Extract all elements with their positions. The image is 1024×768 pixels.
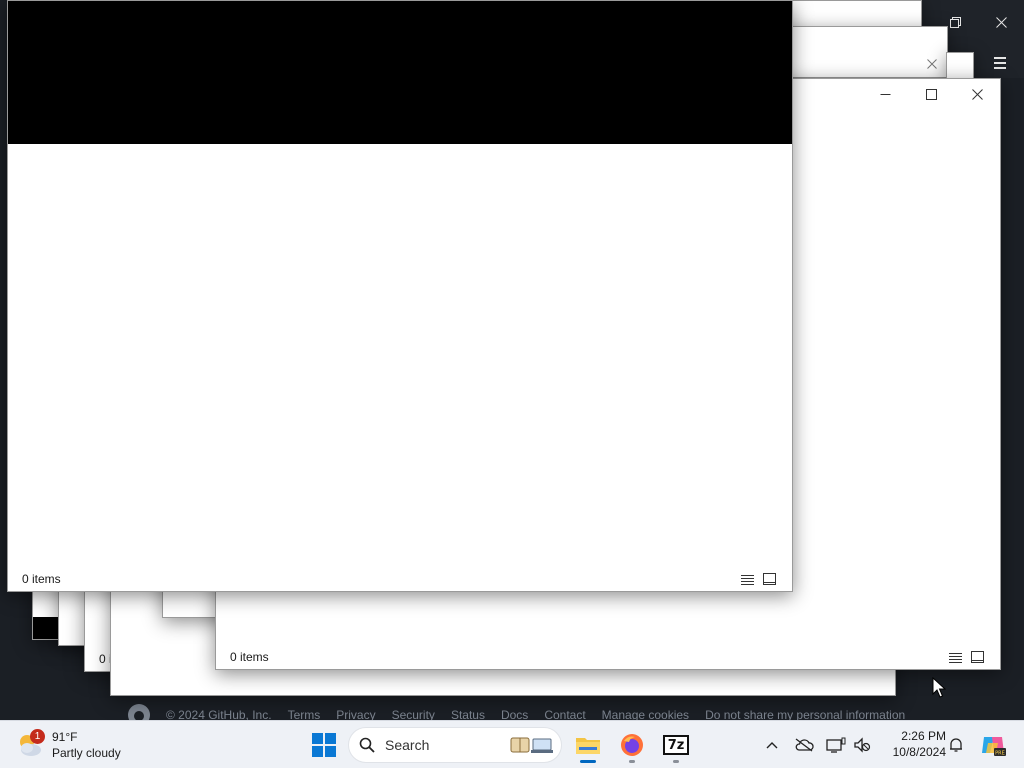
footer-link-docs[interactable]: Docs — [501, 708, 528, 720]
network-display-icon — [826, 737, 846, 753]
details-view-icon — [948, 652, 962, 663]
notifications-button[interactable] — [942, 725, 970, 765]
footer-copyright: © 2024 GitHub, Inc. — [166, 708, 272, 720]
onedrive-tray-button[interactable] — [790, 725, 818, 765]
taskbar: 1 91°F Partly cloudy Search 7z 2:26 PM 1… — [0, 720, 1024, 768]
close-button[interactable] — [954, 79, 1000, 109]
taskbar-firefox[interactable] — [612, 725, 652, 765]
show-hidden-icons-button[interactable] — [758, 725, 786, 765]
large-icons-view-icon — [970, 651, 984, 663]
copilot-button[interactable]: PRE — [978, 725, 1008, 765]
speaker-muted-icon — [854, 737, 871, 753]
folder-icon — [576, 738, 600, 754]
7zip-label: 7z — [667, 737, 685, 753]
desktop: © 2024 GitHub, Inc. Terms Privacy Securi… — [0, 0, 1024, 720]
taskbar-file-explorer[interactable] — [568, 725, 608, 765]
footer-link-contact[interactable]: Contact — [544, 708, 585, 720]
windows-logo-icon — [312, 733, 336, 757]
running-indicator — [629, 760, 635, 763]
partly-cloudy-icon: 1 — [16, 729, 45, 759]
github-logo-icon[interactable] — [128, 704, 150, 720]
browser-close-button[interactable] — [981, 4, 1021, 40]
taskbar-7zip[interactable]: 7z — [656, 725, 696, 765]
7zip-icon: 7z — [663, 735, 689, 755]
restore-icon — [949, 16, 961, 28]
hamburger-icon — [994, 57, 1006, 59]
taskbar-clock[interactable]: 2:26 PM 10/8/2024 — [880, 728, 946, 760]
network-tray-button[interactable] — [822, 725, 850, 765]
details-view-icon — [740, 574, 754, 585]
running-indicator — [673, 760, 679, 763]
close-icon — [971, 88, 983, 100]
stacked-window-1[interactable] — [768, 26, 948, 78]
close-button[interactable] — [919, 51, 945, 77]
search-icon — [359, 737, 375, 753]
status-item-count: 0 items — [230, 650, 269, 664]
footer-link-security[interactable]: Security — [392, 708, 435, 720]
footer-link-terms[interactable]: Terms — [288, 708, 321, 720]
minimize-button[interactable] — [862, 79, 908, 109]
mouse-cursor-icon — [932, 677, 946, 698]
github-footer: © 2024 GitHub, Inc. Terms Privacy Securi… — [128, 704, 905, 720]
status-bar: 0 items — [216, 645, 1000, 669]
close-icon — [927, 59, 937, 69]
status-item-count: 0 items — [22, 572, 61, 586]
footer-link-do-not-share[interactable]: Do not share my personal information — [705, 708, 905, 720]
chevron-up-icon — [766, 742, 778, 749]
large-icons-view-button[interactable] — [760, 570, 778, 588]
large-icons-view-button[interactable] — [968, 648, 986, 666]
footer-link-status[interactable]: Status — [451, 708, 485, 720]
stacked-window-tab[interactable] — [946, 52, 974, 80]
copilot-icon: PRE — [982, 737, 1006, 757]
taskbar-search-box[interactable]: Search — [348, 727, 562, 763]
maximize-button[interactable] — [908, 79, 954, 109]
weather-badge: 1 — [30, 729, 45, 744]
close-icon — [995, 16, 1007, 28]
browser-menu-button[interactable] — [980, 48, 1020, 78]
maximize-icon — [925, 88, 937, 100]
weather-temperature: 91°F — [52, 730, 78, 744]
minimize-icon — [880, 93, 890, 95]
weather-widget[interactable]: 1 91°F Partly cloudy — [16, 727, 121, 763]
footer-link-manage-cookies[interactable]: Manage cookies — [602, 708, 689, 720]
clock-time: 2:26 PM — [901, 729, 946, 743]
search-placeholder: Search — [385, 737, 430, 753]
active-indicator — [580, 760, 596, 763]
large-icons-view-icon — [762, 573, 776, 585]
window-controls — [862, 79, 1000, 109]
window-black-region — [8, 1, 792, 144]
volume-tray-button[interactable] — [848, 725, 876, 765]
bell-icon — [950, 738, 962, 752]
footer-link-privacy[interactable]: Privacy — [336, 708, 375, 720]
explorer-window-front[interactable]: 0 items — [7, 0, 793, 592]
details-view-button[interactable] — [738, 570, 756, 588]
search-highlight-icon — [510, 737, 553, 753]
start-button[interactable] — [304, 725, 344, 765]
cloud-offline-icon — [795, 738, 814, 752]
svg-text:PRE: PRE — [995, 751, 1005, 757]
firefox-icon — [621, 734, 643, 756]
weather-condition: Partly cloudy — [52, 746, 121, 760]
details-view-button[interactable] — [946, 648, 964, 666]
status-bar: 0 items — [8, 567, 792, 591]
clock-date: 10/8/2024 — [892, 745, 946, 759]
